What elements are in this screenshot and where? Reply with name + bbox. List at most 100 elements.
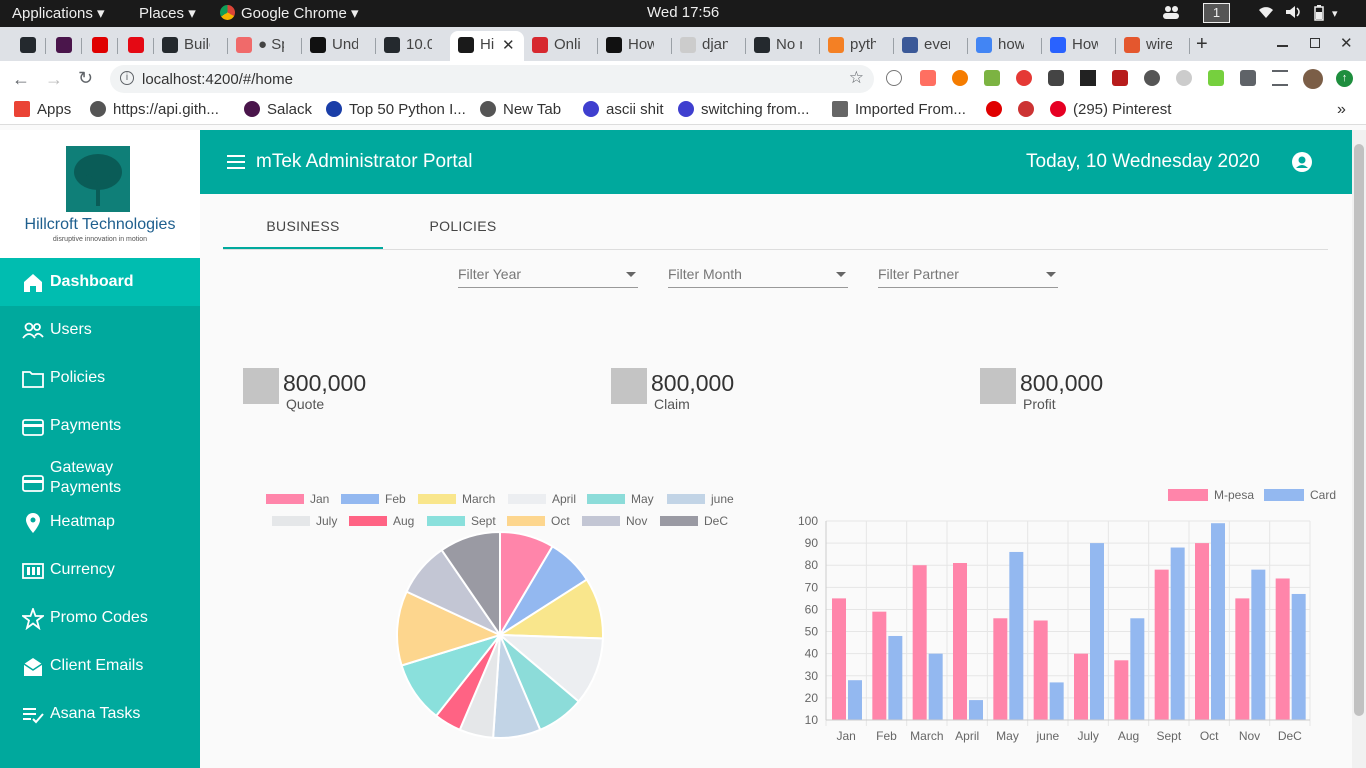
browser-tab[interactable]: No m xyxy=(746,31,820,61)
browser-tab[interactable]: How xyxy=(1042,31,1116,61)
browser-tab[interactable]: pyth xyxy=(820,31,894,61)
tab-business[interactable]: BUSINESS xyxy=(223,218,383,234)
download-icon[interactable] xyxy=(1144,70,1160,86)
applications-menu[interactable]: Applications ▾ xyxy=(12,4,105,22)
company-logo[interactable]: Hillcroft Technologies disruptive innova… xyxy=(0,130,200,258)
forward-icon[interactable]: → xyxy=(45,69,63,90)
bookmark-item[interactable] xyxy=(986,101,1009,118)
bar-legend-item[interactable]: M-pesa xyxy=(1168,488,1254,502)
back-icon[interactable]: ← xyxy=(12,69,30,90)
pie-legend-item[interactable]: Feb xyxy=(341,492,406,506)
bar-m-pesa[interactable] xyxy=(993,618,1008,720)
clock[interactable]: Wed 17:56 xyxy=(647,4,719,21)
pie-legend-item[interactable]: Nov xyxy=(582,514,647,528)
sidebar-item-promo-codes[interactable]: Promo Codes xyxy=(0,594,200,642)
volume-icon[interactable] xyxy=(1285,5,1303,23)
bar-card[interactable] xyxy=(848,680,862,720)
places-menu[interactable]: Places ▾ xyxy=(139,4,196,22)
profile-avatar[interactable] xyxy=(1303,69,1323,89)
bookmark-item[interactable]: switching from... xyxy=(678,101,809,118)
maximize-icon[interactable] xyxy=(1310,38,1320,48)
tab-policies[interactable]: POLICIES xyxy=(383,218,543,234)
browser-tab[interactable]: how xyxy=(968,31,1042,61)
bar-card[interactable] xyxy=(888,635,903,720)
extension-icon[interactable] xyxy=(1208,70,1224,86)
workspace-indicator[interactable]: 1 xyxy=(1203,3,1230,23)
sidebar-item-payments[interactable]: Payments xyxy=(0,402,200,450)
filter-month-select[interactable]: Filter Month xyxy=(668,266,848,288)
extension-icon[interactable] xyxy=(920,70,936,86)
extension-icon[interactable] xyxy=(1016,70,1032,86)
bar-m-pesa[interactable] xyxy=(1114,660,1129,720)
browser-tab[interactable]: even xyxy=(894,31,968,61)
bar-m-pesa[interactable] xyxy=(832,598,846,720)
reload-icon[interactable]: ↻ xyxy=(78,68,93,89)
wifi-icon[interactable] xyxy=(1258,5,1274,23)
pie-legend-item[interactable]: March xyxy=(418,492,495,506)
pie-legend-item[interactable]: june xyxy=(667,492,734,506)
bar-card[interactable] xyxy=(1049,682,1064,720)
extension-icon[interactable] xyxy=(1176,70,1192,86)
browser-tab[interactable]: 10.0 xyxy=(376,31,450,61)
bar-card[interactable] xyxy=(1211,523,1225,720)
bar-m-pesa[interactable] xyxy=(1235,598,1250,720)
media-control-icon[interactable] xyxy=(1272,70,1288,86)
extension-icon[interactable] xyxy=(886,70,902,86)
browser-tab[interactable]: Build xyxy=(154,31,228,61)
bookmark-item[interactable]: https://api.gith... xyxy=(90,101,219,118)
bookmark-item[interactable]: Top 50 Python I... xyxy=(326,101,466,118)
pie-legend-item[interactable]: Aug xyxy=(349,514,414,528)
url-text[interactable]: localhost:4200/#/home xyxy=(142,71,293,88)
close-window-icon[interactable]: ✕ xyxy=(1340,34,1353,52)
bar-card[interactable] xyxy=(1130,618,1145,720)
more-bookmarks-icon[interactable]: » xyxy=(1337,101,1346,119)
browser-tab[interactable]: Hi ✕ xyxy=(450,31,524,61)
people-icon[interactable] xyxy=(1162,5,1180,19)
bar-legend-item[interactable]: Card xyxy=(1264,488,1336,502)
bar-m-pesa[interactable] xyxy=(1033,620,1048,721)
browser-tab[interactable] xyxy=(46,31,82,61)
pie-legend-item[interactable]: Jan xyxy=(266,492,329,506)
bookmark-item[interactable] xyxy=(1018,101,1041,118)
bar-card[interactable] xyxy=(1009,551,1024,720)
update-icon[interactable]: ↑ xyxy=(1336,70,1353,87)
sidebar-item-heatmap[interactable]: Heatmap xyxy=(0,498,200,546)
address-bar[interactable]: i localhost:4200/#/home ☆ xyxy=(110,65,874,93)
account-icon[interactable] xyxy=(1292,152,1312,172)
info-icon[interactable]: i xyxy=(120,71,134,85)
browser-tab[interactable]: Onli xyxy=(524,31,598,61)
sidebar-item-asana-tasks[interactable]: Asana Tasks xyxy=(0,690,200,738)
extension-icon[interactable] xyxy=(1112,70,1128,86)
bar-m-pesa[interactable] xyxy=(1275,578,1290,720)
bookmark-item[interactable]: Apps xyxy=(14,101,71,118)
close-tab-icon[interactable]: ✕ xyxy=(502,36,515,54)
sidebar-item-policies[interactable]: Policies xyxy=(0,354,200,402)
sidebar-item-dashboard[interactable]: Dashboard xyxy=(0,258,200,306)
extension-icon[interactable] xyxy=(952,70,968,86)
extension-icon[interactable] xyxy=(984,70,1000,86)
browser-tab[interactable]: wire xyxy=(1116,31,1190,61)
bookmark-item[interactable]: New Tab xyxy=(480,101,561,118)
page-scrollbar[interactable] xyxy=(1352,130,1366,768)
pie-legend-item[interactable]: April xyxy=(508,492,576,506)
extension-icon[interactable] xyxy=(1048,70,1064,86)
bookmark-item[interactable]: (295) Pinterest xyxy=(1050,101,1171,118)
browser-tab[interactable] xyxy=(10,31,46,61)
bar-m-pesa[interactable] xyxy=(1154,569,1169,720)
bar-m-pesa[interactable] xyxy=(912,565,927,720)
pie-legend-item[interactable]: DeC xyxy=(660,514,728,528)
bar-card[interactable] xyxy=(1251,569,1266,720)
browser-tab[interactable] xyxy=(82,31,118,61)
filter-partner-select[interactable]: Filter Partner xyxy=(878,266,1058,288)
extension-icon[interactable] xyxy=(1080,70,1096,86)
browser-tab[interactable]: ● Sp xyxy=(228,31,302,61)
pie-legend-item[interactable]: July xyxy=(272,514,337,528)
bar-card[interactable] xyxy=(1170,547,1185,720)
puzzle-icon[interactable] xyxy=(1240,70,1256,86)
minimize-icon[interactable] xyxy=(1277,45,1288,47)
bookmark-item[interactable]: Salack xyxy=(244,101,312,118)
pie-legend-item[interactable]: May xyxy=(587,492,654,506)
pie-legend-item[interactable]: Oct xyxy=(507,514,570,528)
bar-card[interactable] xyxy=(928,653,943,720)
browser-tab[interactable]: djan xyxy=(672,31,746,61)
